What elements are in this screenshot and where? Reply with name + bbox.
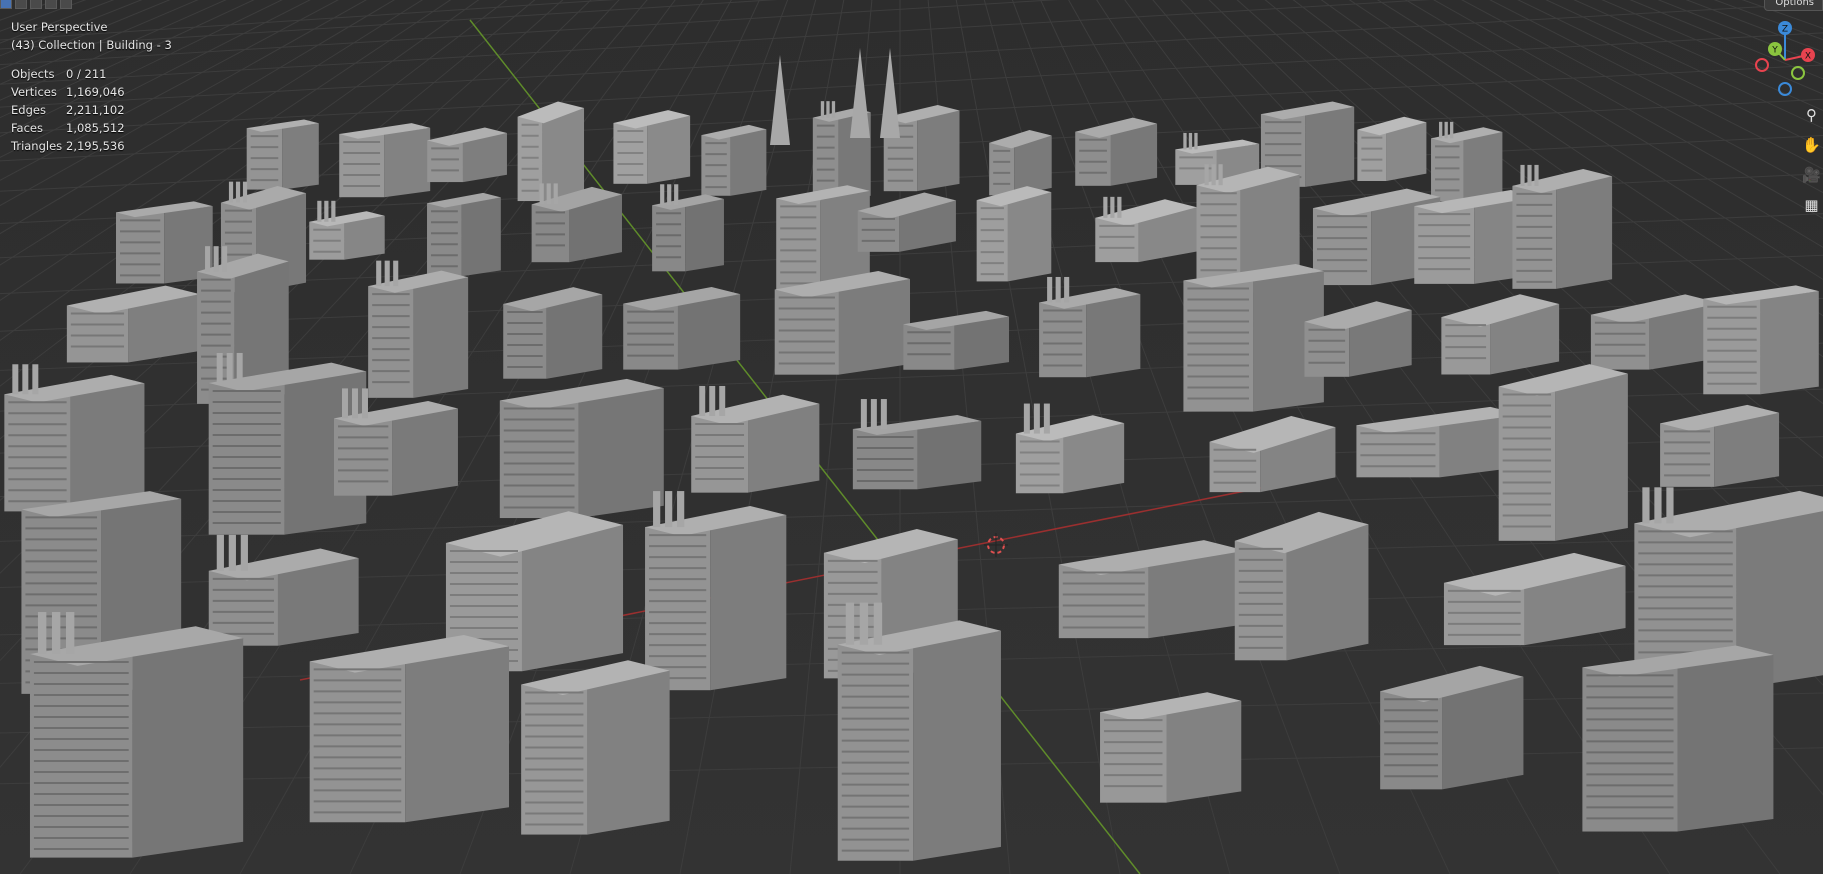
building-block <box>1183 264 1324 412</box>
building-block <box>1100 692 1242 803</box>
building-block <box>774 271 911 375</box>
building-block <box>1498 364 1628 541</box>
building-block <box>1703 285 1819 395</box>
building-block <box>645 505 787 691</box>
building-block <box>976 186 1052 282</box>
building-block <box>701 124 767 196</box>
viewport-info-overlay: User Perspective (43) Collection | Build… <box>11 18 172 155</box>
building-block <box>29 626 244 858</box>
building-block <box>1582 645 1774 832</box>
building-block <box>837 620 1001 861</box>
scene-statistics: Objects 0 / 211 Vertices 1,169,046 Edges… <box>11 65 172 155</box>
neg-z-handle <box>1778 82 1792 96</box>
options-button[interactable]: Options <box>1764 0 1823 11</box>
building-block <box>1512 169 1613 289</box>
camera-icon[interactable]: 🎥 <box>1800 163 1823 186</box>
svg-text:X: X <box>1805 52 1811 62</box>
neg-x-handle <box>1755 58 1769 72</box>
collection-info: (43) Collection | Building - 3 <box>11 38 172 52</box>
building-block <box>1234 511 1369 661</box>
building-block <box>499 378 664 519</box>
view-name: User Perspective <box>11 20 108 34</box>
building-block <box>309 635 510 823</box>
neg-y-handle <box>1791 66 1805 80</box>
navigation-gizmo[interactable]: Z X Y <box>1745 20 1823 100</box>
stat-row-vertices: Vertices 1,169,046 <box>11 85 125 99</box>
building-block <box>246 119 319 190</box>
stat-row-triangles: Triangles 2,195,536 <box>11 139 125 153</box>
subtract-mode-button[interactable] <box>30 0 42 9</box>
building-block <box>613 110 691 184</box>
select-mode-button[interactable] <box>0 0 12 9</box>
extend-mode-button[interactable] <box>15 0 27 9</box>
building-block <box>427 192 501 277</box>
grid-toggle-icon[interactable]: ▦ <box>1800 193 1823 216</box>
stat-row-edges: Edges 2,211,102 <box>11 103 125 117</box>
building-block <box>521 660 670 835</box>
header-toolbar <box>0 0 90 9</box>
building-block <box>339 123 431 198</box>
3d-viewport[interactable]: Options User Perspective (43) Collection… <box>0 0 1823 874</box>
intersect-mode-button[interactable] <box>60 0 72 9</box>
scene-render <box>0 0 1823 874</box>
stat-row-objects: Objects 0 / 211 <box>11 67 107 81</box>
building-block <box>503 287 603 379</box>
viewport-nav-controls: ⚲ ✋ 🎥 ▦ <box>1800 103 1823 223</box>
svg-text:Z: Z <box>1782 25 1788 35</box>
zoom-icon[interactable]: ⚲ <box>1800 103 1823 126</box>
pan-hand-icon[interactable]: ✋ <box>1800 133 1823 156</box>
building-block <box>368 270 469 398</box>
stat-row-faces: Faces 1,085,512 <box>11 121 125 135</box>
building-block <box>1431 127 1503 202</box>
building-block <box>1039 287 1141 378</box>
building-block <box>116 201 213 284</box>
invert-mode-button[interactable] <box>45 0 57 9</box>
building-block <box>776 185 870 291</box>
building-block <box>4 374 145 512</box>
building-block <box>652 194 724 272</box>
svg-text:Y: Y <box>1771 46 1778 56</box>
